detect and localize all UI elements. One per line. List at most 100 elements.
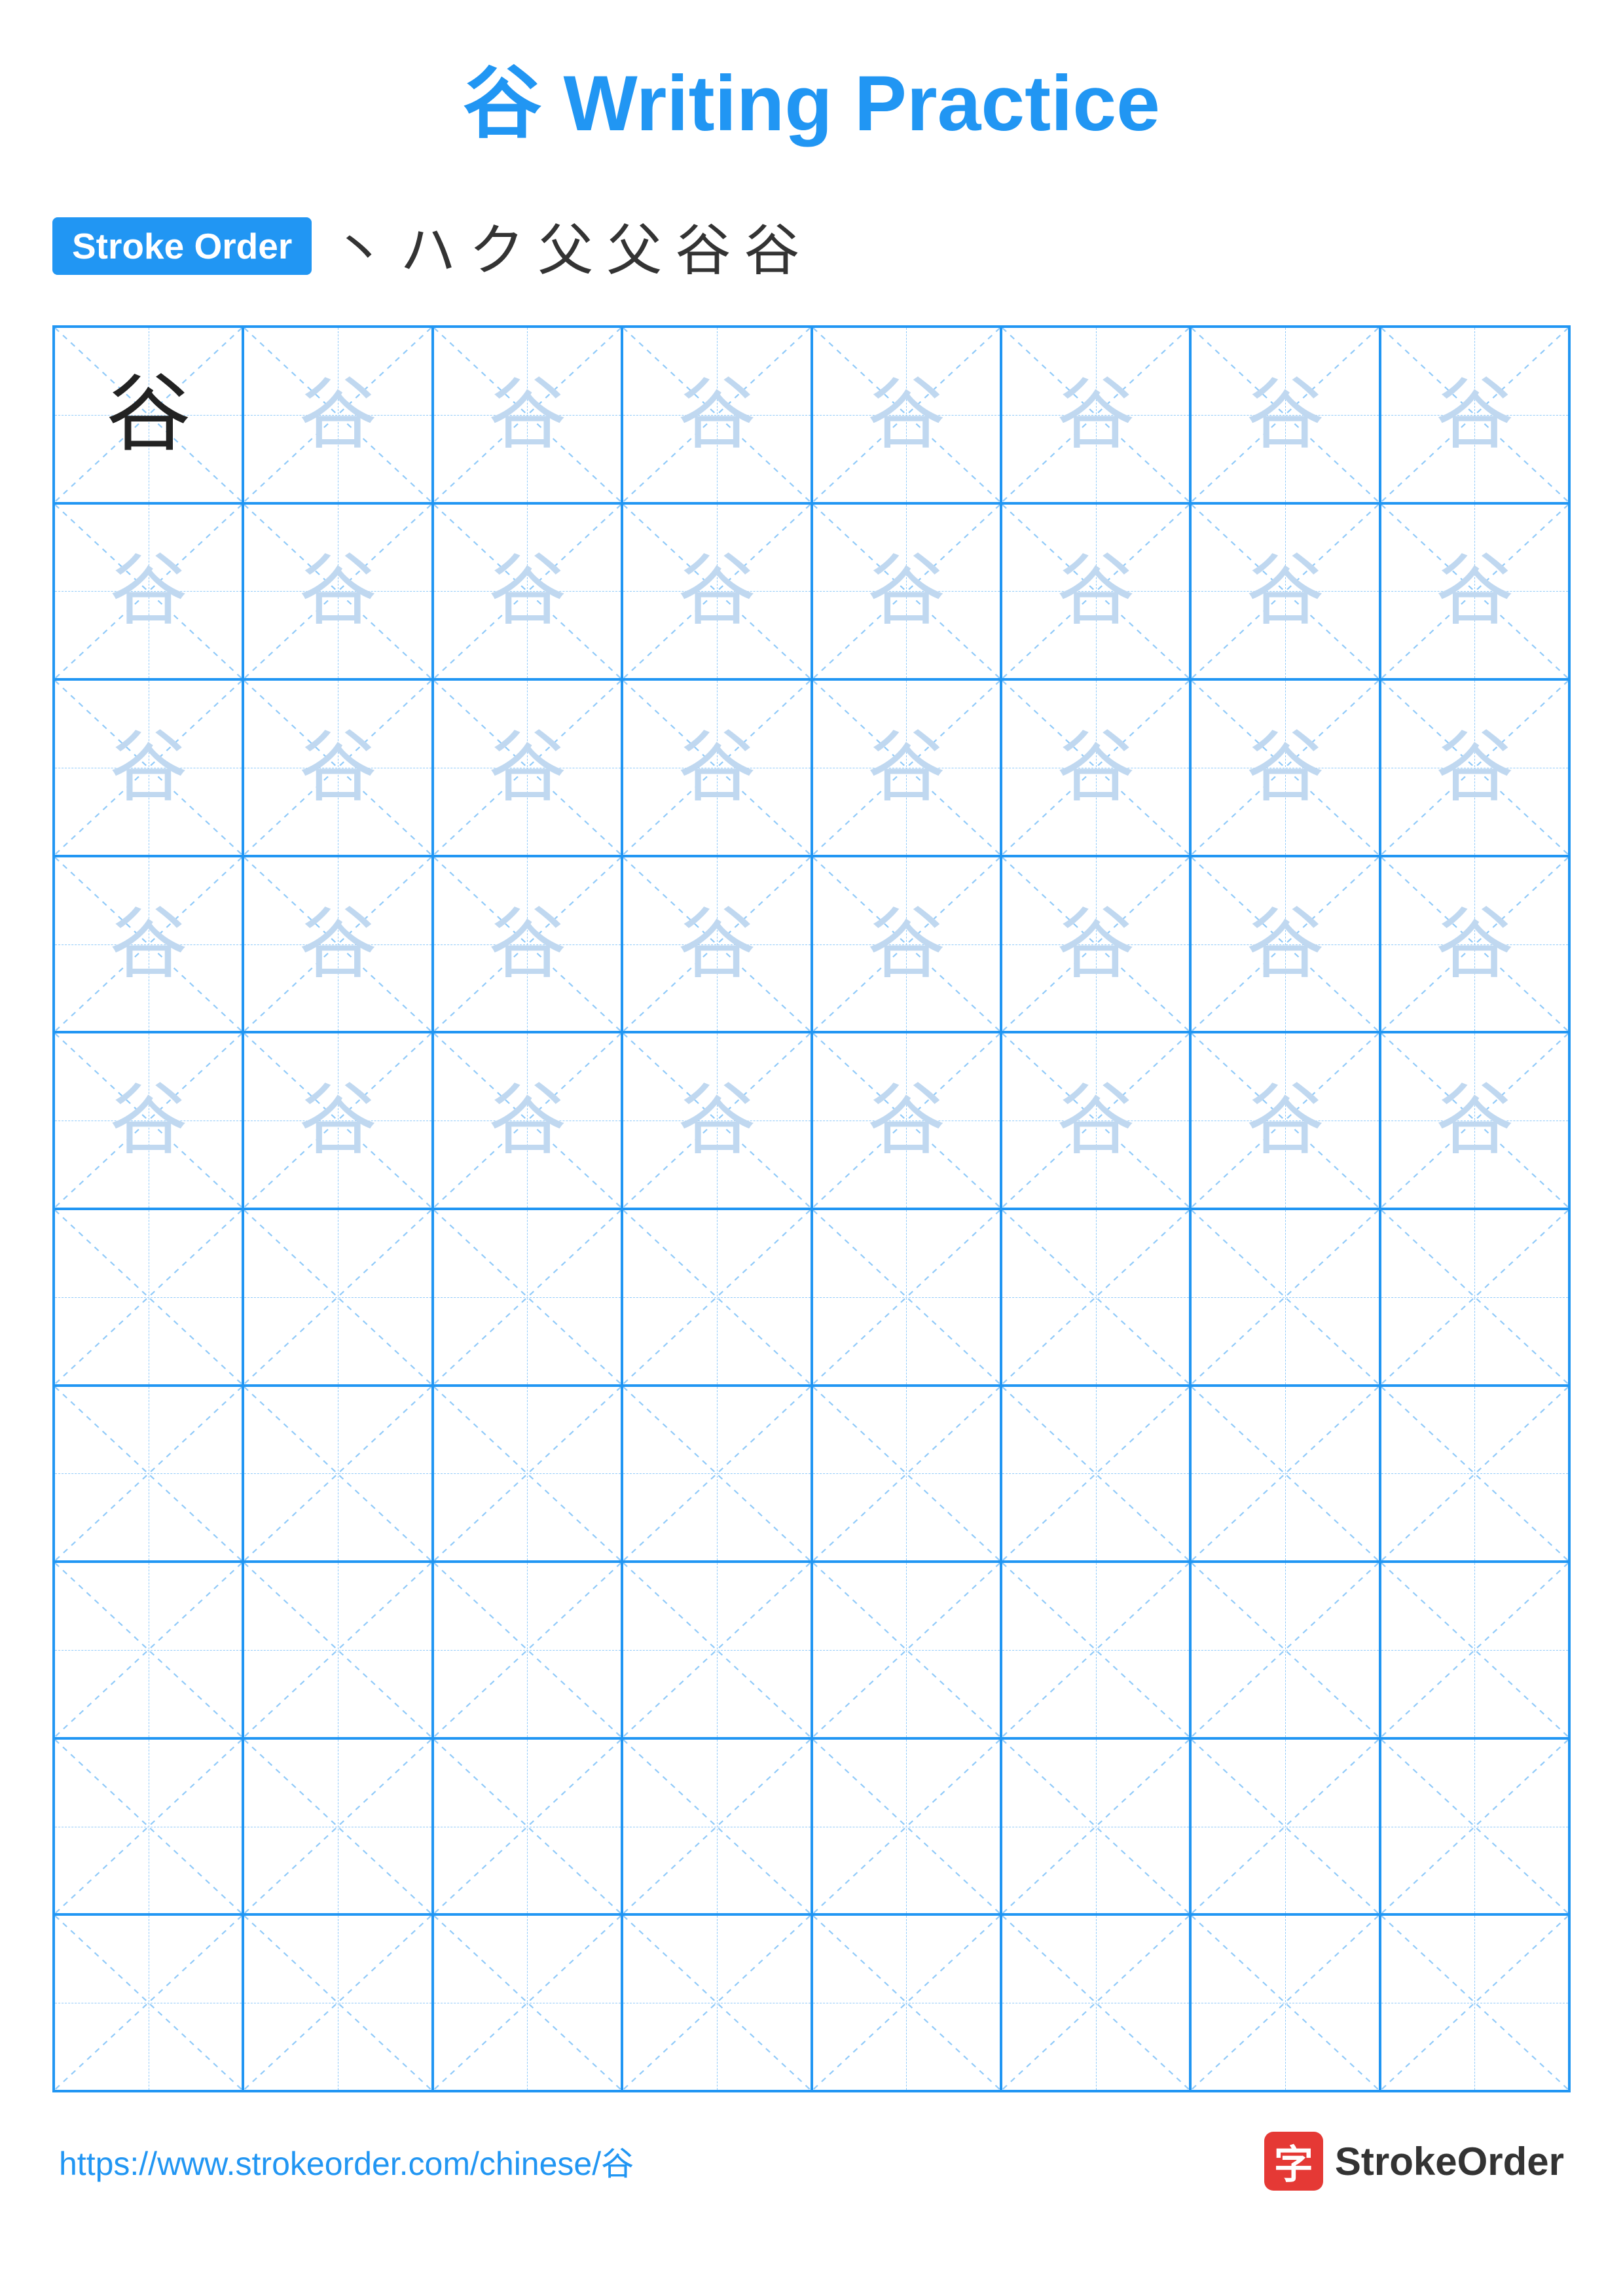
char-ghost: 谷 [1246, 905, 1324, 984]
grid-cell [54, 1209, 243, 1386]
grid-cell: 谷 [243, 679, 432, 856]
grid-cell: 谷 [243, 856, 432, 1033]
char-ghost: 谷 [109, 1081, 188, 1160]
writing-grid: 谷谷谷谷谷谷谷谷谷谷谷谷谷谷谷谷谷谷谷谷谷谷谷谷谷谷谷谷谷谷谷谷谷谷谷谷谷谷谷谷 [52, 325, 1571, 2092]
footer: https://www.strokeorder.com/chinese/谷 字 … [52, 2132, 1571, 2191]
grid-cell [1190, 1738, 1379, 1915]
char-ghost: 谷 [299, 1081, 377, 1160]
char-ghost: 谷 [1057, 905, 1135, 984]
grid-cell: 谷 [433, 1032, 622, 1209]
grid-cell [243, 1914, 432, 2091]
grid-cell: 谷 [622, 503, 811, 680]
char-ghost: 谷 [678, 376, 756, 454]
grid-cell: 谷 [812, 856, 1001, 1033]
grid-cell: 谷 [1001, 856, 1190, 1033]
grid-cell [1001, 1562, 1190, 1738]
char-ghost: 谷 [1246, 376, 1324, 454]
char-ghost: 谷 [488, 376, 566, 454]
grid-cell: 谷 [622, 327, 811, 503]
grid-cell: 谷 [433, 327, 622, 503]
grid-cell: 谷 [54, 327, 243, 503]
page-title: 谷 Writing Practice [52, 39, 1571, 153]
char-ghost: 谷 [1246, 552, 1324, 630]
grid-cell: 谷 [243, 327, 432, 503]
char-ghost: 谷 [1435, 552, 1514, 630]
grid-cell: 谷 [622, 679, 811, 856]
stroke-order-badge: Stroke Order [52, 217, 312, 275]
grid-cell [812, 1209, 1001, 1386]
char-ghost: 谷 [109, 552, 188, 630]
grid-cell [243, 1209, 432, 1386]
char-ghost: 谷 [109, 728, 188, 807]
grid-cell [243, 1562, 432, 1738]
char-ghost: 谷 [867, 905, 945, 984]
char-ghost: 谷 [867, 552, 945, 630]
char-ghost: 谷 [1435, 905, 1514, 984]
footer-url: https://www.strokeorder.com/chinese/谷 [59, 2138, 634, 2185]
grid-cell: 谷 [54, 856, 243, 1033]
stroke-order-chars: 丶 ハ ク 父 父 谷 谷 [331, 206, 799, 286]
grid-cell [54, 1914, 243, 2091]
char-ghost: 谷 [1057, 728, 1135, 807]
grid-cell [622, 1914, 811, 2091]
char-solid: 谷 [106, 372, 191, 457]
grid-cell: 谷 [1001, 503, 1190, 680]
char-ghost: 谷 [1057, 552, 1135, 630]
grid-cell [1001, 1738, 1190, 1915]
char-ghost: 谷 [1057, 1081, 1135, 1160]
grid-cell: 谷 [1190, 856, 1379, 1033]
grid-cell [1190, 1562, 1379, 1738]
char-ghost: 谷 [1435, 1081, 1514, 1160]
grid-cell: 谷 [1380, 679, 1569, 856]
grid-cell [1190, 1209, 1379, 1386]
grid-cell: 谷 [622, 856, 811, 1033]
grid-cell: 谷 [1001, 327, 1190, 503]
grid-cell [1380, 1209, 1569, 1386]
grid-cell: 谷 [243, 1032, 432, 1209]
grid-cell: 谷 [1001, 1032, 1190, 1209]
grid-cell: 谷 [243, 503, 432, 680]
grid-cell: 谷 [812, 503, 1001, 680]
grid-cell [812, 1914, 1001, 2091]
char-ghost: 谷 [488, 728, 566, 807]
char-ghost: 谷 [678, 1081, 756, 1160]
grid-cell: 谷 [1190, 503, 1379, 680]
grid-cell: 谷 [812, 1032, 1001, 1209]
brand-icon: 字 [1264, 2132, 1323, 2191]
grid-cell [243, 1386, 432, 1562]
grid-cell [54, 1386, 243, 1562]
char-ghost: 谷 [867, 728, 945, 807]
grid-cell [433, 1386, 622, 1562]
grid-cell: 谷 [1190, 327, 1379, 503]
char-ghost: 谷 [1435, 376, 1514, 454]
char-ghost: 谷 [109, 905, 188, 984]
grid-cell: 谷 [812, 679, 1001, 856]
char-ghost: 谷 [299, 552, 377, 630]
grid-cell: 谷 [433, 503, 622, 680]
grid-cell: 谷 [54, 679, 243, 856]
grid-cell: 谷 [622, 1032, 811, 1209]
grid-cell [433, 1209, 622, 1386]
grid-cell: 谷 [1380, 327, 1569, 503]
char-ghost: 谷 [867, 376, 945, 454]
grid-cell [622, 1738, 811, 1915]
stroke-order-row: Stroke Order 丶 ハ ク 父 父 谷 谷 [52, 206, 1571, 286]
grid-cell [812, 1738, 1001, 1915]
grid-cell [433, 1914, 622, 2091]
footer-brand: 字 StrokeOrder [1264, 2132, 1564, 2191]
char-ghost: 谷 [488, 905, 566, 984]
grid-cell: 谷 [1380, 856, 1569, 1033]
grid-cell [433, 1562, 622, 1738]
char-ghost: 谷 [299, 905, 377, 984]
grid-cell [1190, 1386, 1379, 1562]
grid-cell: 谷 [1001, 679, 1190, 856]
char-ghost: 谷 [299, 376, 377, 454]
char-ghost: 谷 [488, 1081, 566, 1160]
grid-cell [433, 1738, 622, 1915]
char-ghost: 谷 [299, 728, 377, 807]
grid-cell: 谷 [54, 1032, 243, 1209]
grid-cell: 谷 [433, 856, 622, 1033]
grid-cell [1001, 1209, 1190, 1386]
grid-cell [1380, 1914, 1569, 2091]
char-ghost: 谷 [1057, 376, 1135, 454]
